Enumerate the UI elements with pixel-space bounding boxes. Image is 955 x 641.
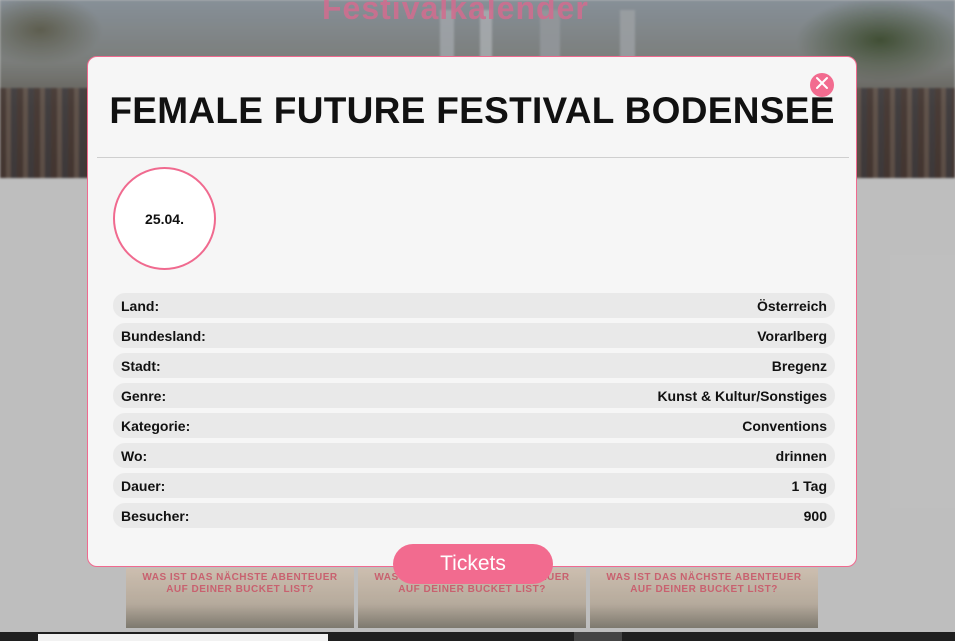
festival-details-list: Land: Österreich Bundesland: Vorarlberg …	[113, 293, 835, 533]
detail-value: Kunst & Kultur/Sonstiges	[657, 387, 827, 404]
detail-row-besucher: Besucher: 900	[113, 503, 835, 528]
detail-label: Bundesland:	[121, 327, 206, 344]
detail-label: Wo:	[121, 447, 148, 464]
detail-row-wo: Wo: drinnen	[113, 443, 835, 468]
bottom-bar-segment	[38, 634, 328, 641]
detail-label: Genre:	[121, 387, 167, 404]
title-divider	[97, 157, 849, 158]
detail-label: Kategorie:	[121, 417, 191, 434]
detail-value: Österreich	[756, 297, 827, 314]
detail-row-dauer: Dauer: 1 Tag	[113, 473, 835, 498]
festival-title: FEMALE FUTURE FESTIVAL BODENSEE	[109, 90, 835, 131]
detail-label: Land:	[121, 297, 160, 314]
detail-value: 1 Tag	[791, 477, 827, 494]
detail-value: Bregenz	[771, 357, 827, 374]
detail-row-land: Land: Österreich	[113, 293, 835, 318]
detail-row-genre: Genre: Kunst & Kultur/Sonstiges	[113, 383, 835, 408]
detail-label: Dauer:	[121, 477, 166, 494]
detail-row-stadt: Stadt: Bregenz	[113, 353, 835, 378]
tickets-button[interactable]: Tickets	[393, 544, 553, 584]
bottom-bar-segment	[574, 632, 622, 641]
detail-row-bundesland: Bundesland: Vorarlberg	[113, 323, 835, 348]
bottom-bar	[0, 632, 955, 641]
detail-row-kategorie: Kategorie: Conventions	[113, 413, 835, 438]
detail-value: drinnen	[775, 447, 827, 464]
detail-value: Conventions	[742, 417, 827, 434]
date-badge: 25.04.	[113, 167, 216, 270]
detail-value: Vorarlberg	[757, 327, 827, 344]
detail-label: Besucher:	[121, 507, 190, 524]
festival-detail-modal: FEMALE FUTURE FESTIVAL BODENSEE 25.04. L…	[87, 56, 857, 584]
date-text: 25.04.	[145, 210, 184, 227]
detail-value: 900	[803, 507, 827, 524]
detail-label: Stadt:	[121, 357, 161, 374]
